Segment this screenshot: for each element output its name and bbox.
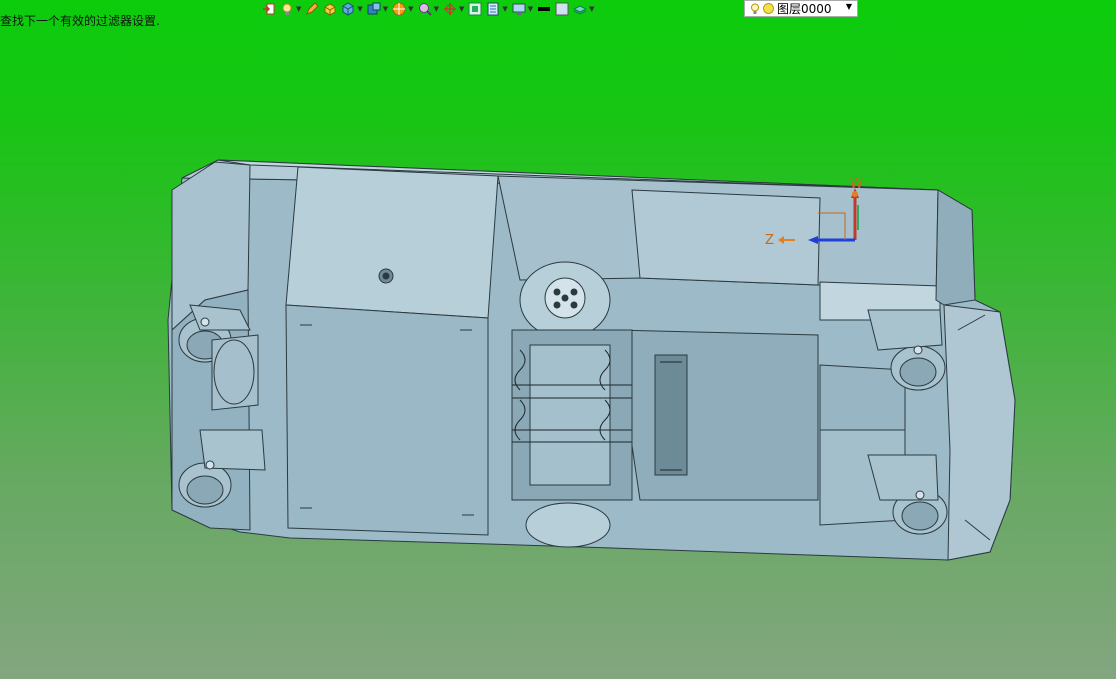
cad-model	[167, 159, 1016, 561]
axis-label-z: Z	[765, 233, 774, 248]
cad-viewport[interactable]: W Z	[0, 0, 1116, 679]
axis-label-y: W	[850, 177, 863, 192]
